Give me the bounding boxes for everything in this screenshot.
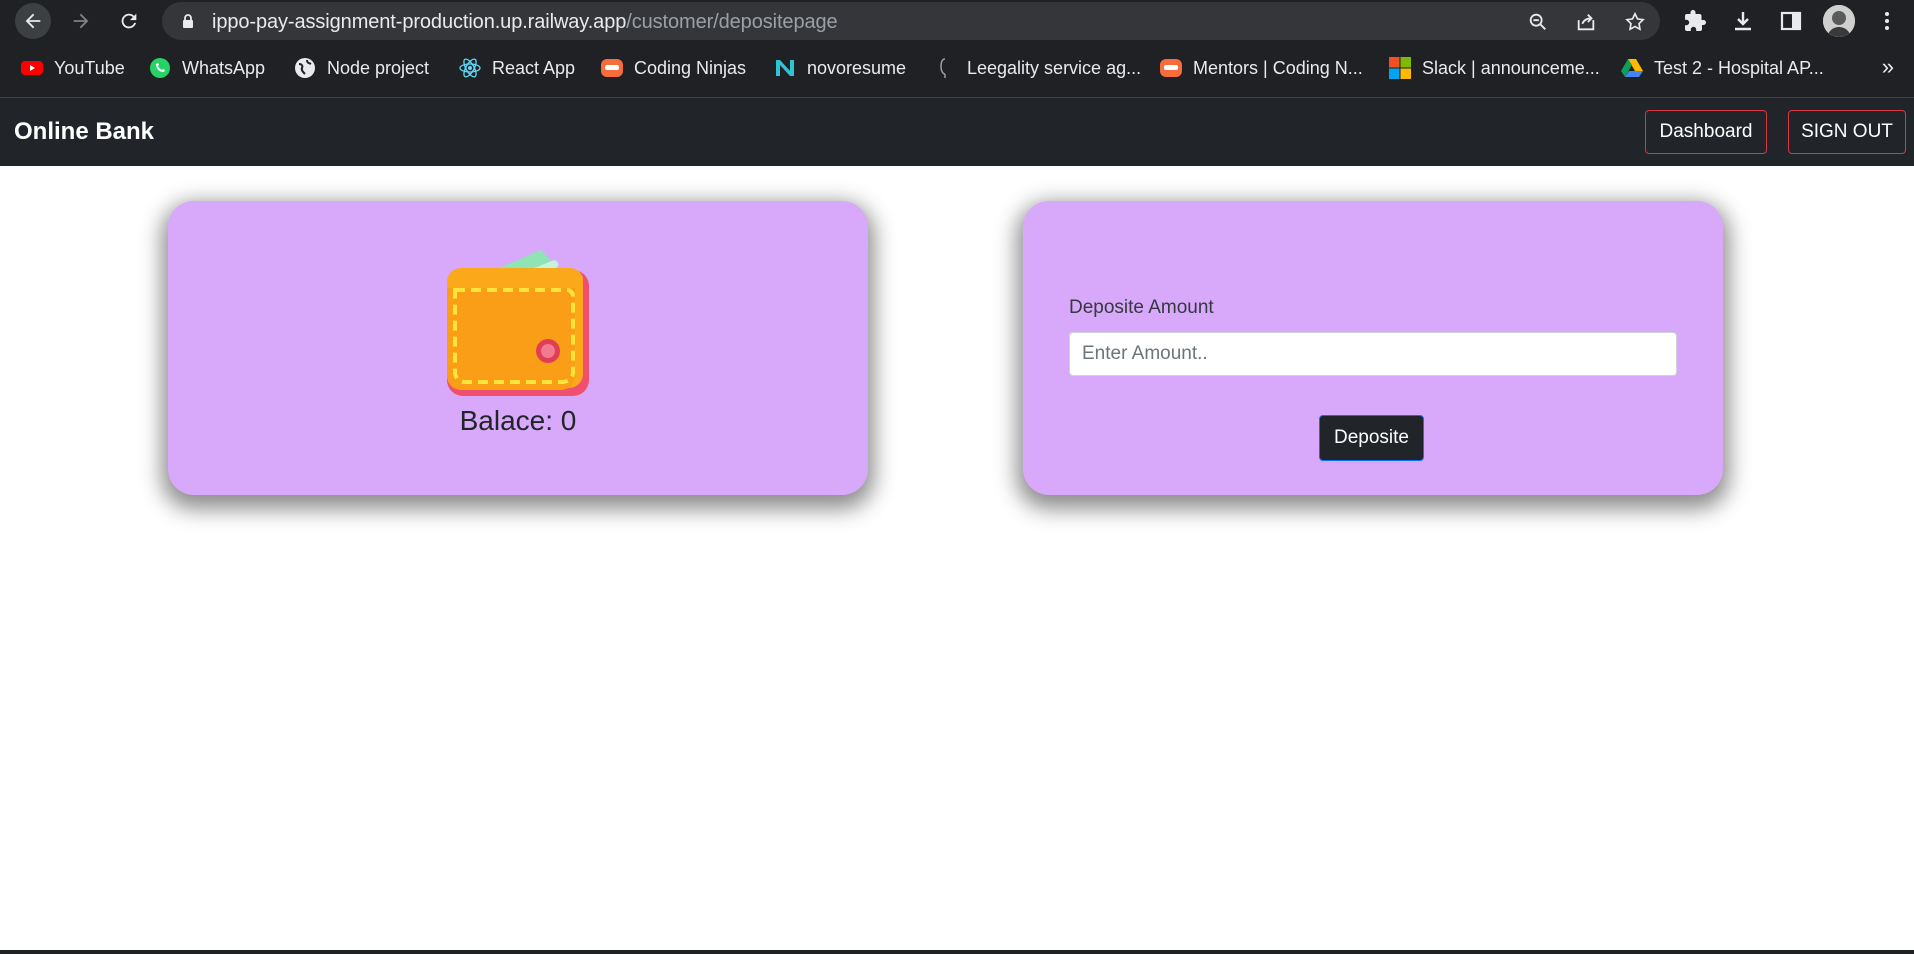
lock-icon (183, 14, 193, 28)
star-icon[interactable] (1624, 11, 1646, 33)
bookmark-label: Coding Ninjas (634, 57, 747, 78)
bookmark-whatsapp[interactable]: WhatsApp (148, 54, 265, 82)
url-path: /customer/depositepage (626, 11, 838, 33)
side-panel-icon[interactable] (1779, 9, 1803, 33)
whatsapp-icon (150, 58, 170, 78)
bookmark-leegality[interactable]: Leegality service ag... (933, 54, 1141, 82)
deposit-button[interactable]: Deposite (1319, 415, 1424, 461)
youtube-icon (21, 61, 43, 75)
leegality-icon (940, 58, 946, 78)
bookmark-label: Node project (327, 57, 430, 78)
more-bookmarks-button[interactable]: » (1882, 54, 1894, 80)
url-host: ippo-pay-assignment-production.up.railwa… (212, 11, 627, 33)
share-icon[interactable] (1575, 11, 1597, 33)
wallet-icon (447, 250, 589, 396)
url-text: ippo-pay-assignment-production.up.railwa… (212, 11, 838, 34)
extensions-icon[interactable] (1683, 9, 1707, 33)
back-button[interactable] (15, 3, 51, 39)
microsoft-icon (1389, 57, 1411, 79)
reload-button[interactable] (111, 3, 147, 39)
bookmark-react-app[interactable]: React App (458, 54, 575, 82)
window-bottom-edge (0, 950, 1914, 954)
novoresume-icon (776, 60, 794, 76)
bookmark-mentors[interactable]: Mentors | Coding N... (1159, 54, 1363, 82)
bookmark-novoresume[interactable]: novoresume (773, 54, 906, 82)
browser-toolbar: ippo-pay-assignment-production.up.railwa… (0, 0, 1914, 42)
address-bar[interactable]: ippo-pay-assignment-production.up.railwa… (162, 2, 1660, 40)
reload-icon (121, 13, 137, 29)
deposit-amount-input[interactable] (1069, 332, 1677, 376)
kebab-menu-icon[interactable] (1875, 9, 1899, 33)
bookmark-label: Leegality service ag... (967, 57, 1142, 78)
forward-button[interactable] (63, 3, 99, 39)
zoom-icon[interactable] (1527, 11, 1549, 33)
bookmark-label: Test 2 - Hospital AP... (1654, 57, 1824, 78)
globe-icon (295, 58, 315, 78)
bookmark-youtube[interactable]: YouTube (20, 54, 125, 82)
react-icon (459, 58, 481, 78)
balance-text: Balace: 0 (459, 405, 577, 436)
bookmark-label: Slack | announceme... (1422, 57, 1600, 78)
balance-card: Balace: 0 (168, 201, 868, 495)
sign-out-button[interactable]: SIGN OUT (1788, 110, 1906, 154)
deposit-amount-label: Deposite Amount (1069, 297, 1214, 318)
brand-title[interactable]: Online Bank (14, 118, 154, 146)
app-navbar: Online Bank Dashboard SIGN OUT (0, 98, 1914, 166)
profile-avatar[interactable] (1823, 5, 1855, 37)
avatar-icon (1823, 5, 1855, 37)
bookmark-label: React App (492, 57, 576, 78)
arrow-left-icon (25, 13, 41, 29)
google-drive-icon (1621, 59, 1643, 77)
bookmark-label: WhatsApp (182, 57, 266, 78)
bookmark-coding-ninjas[interactable]: Coding Ninjas (600, 54, 746, 82)
bookmark-node-project[interactable]: Node project (293, 54, 429, 82)
coding-ninjas-icon (1160, 59, 1182, 77)
bookmark-test-2[interactable]: Test 2 - Hospital AP... (1620, 54, 1824, 82)
bookmark-label: Mentors | Coding N... (1193, 57, 1363, 78)
download-icon[interactable] (1731, 9, 1755, 33)
bookmark-label: novoresume (807, 57, 907, 78)
bookmarks-bar: YouTube WhatsApp Node project React App … (0, 42, 1914, 98)
arrow-right-icon (73, 13, 89, 29)
bookmark-label: YouTube (54, 57, 125, 78)
dashboard-button[interactable]: Dashboard (1645, 110, 1767, 154)
deposit-card: Deposite Amount Deposite (1023, 201, 1723, 495)
bookmark-slack[interactable]: Slack | announceme... (1388, 54, 1600, 82)
coding-ninjas-icon (601, 59, 623, 77)
